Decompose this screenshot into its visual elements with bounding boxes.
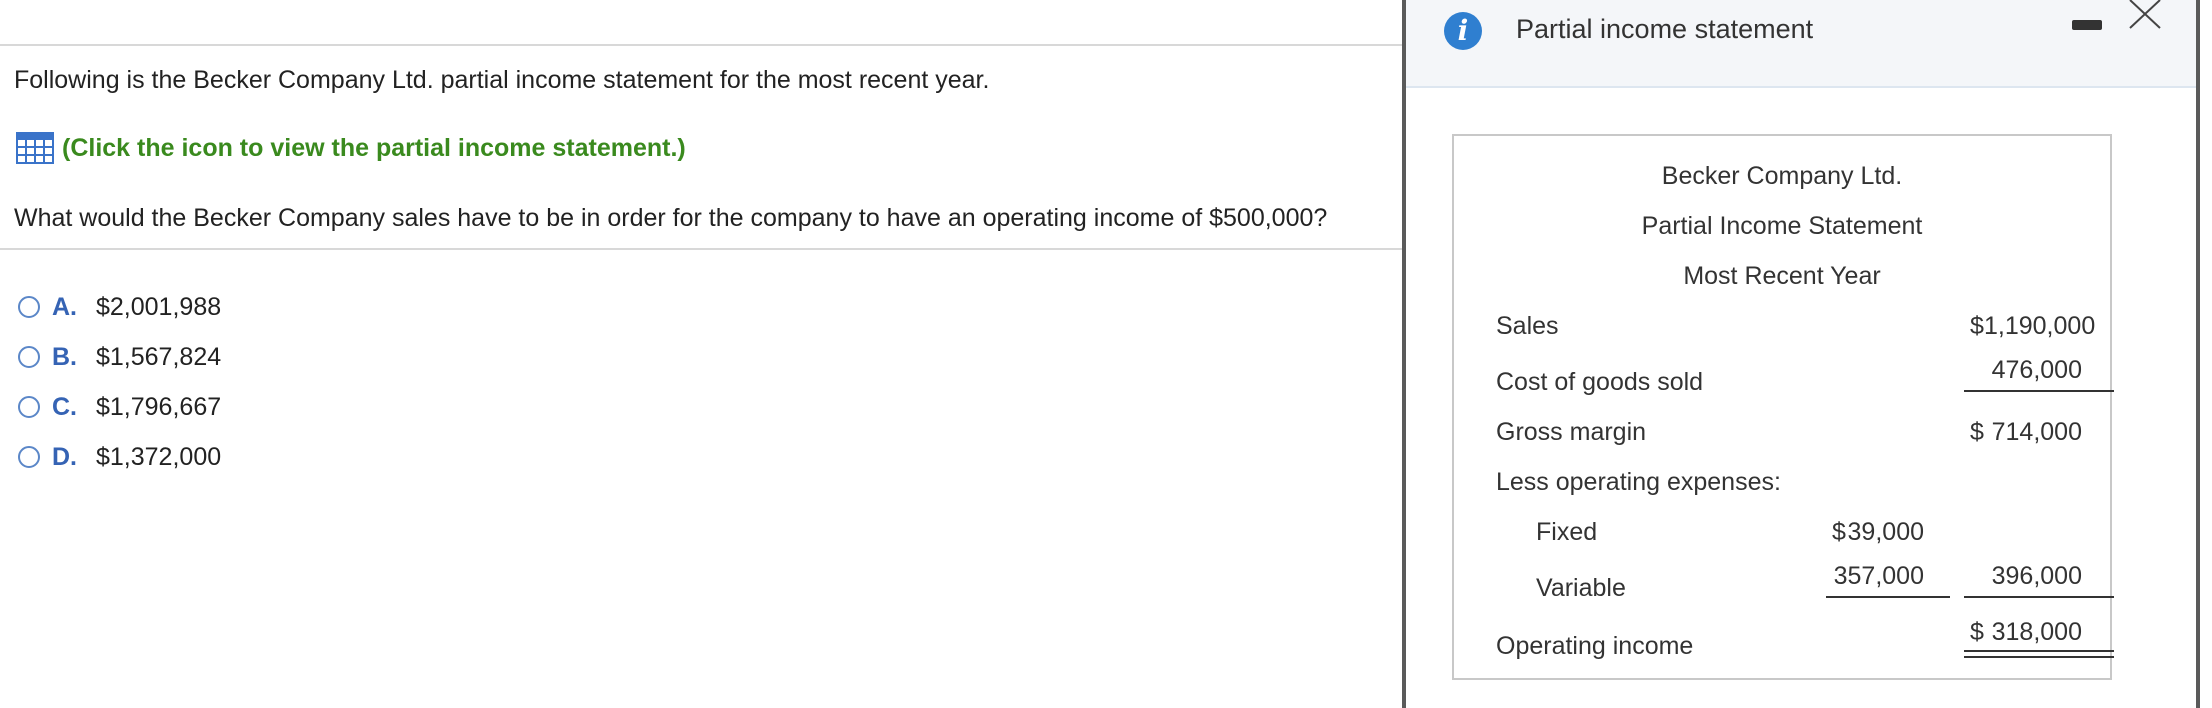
gross-margin-dollar: $ [1970,418,1984,446]
option-letter: D. [52,442,77,471]
sales-dollar: $ [1970,312,1984,340]
operating-income-dollar: $ [1970,618,1984,646]
popup-header: i Partial income statement [1406,0,2196,88]
less-opex-label: Less operating expenses: [1496,468,1781,496]
total-opex-amount: 396,000 [1991,562,2082,590]
variable-amount: 357,000 [1833,562,1924,590]
radio-button[interactable] [18,446,40,468]
operating-income-label: Operating income [1496,632,1694,660]
option-letter: B. [52,342,77,371]
close-icon[interactable] [2126,0,2166,30]
statement-popup: i Partial income statement Becker Compan… [1402,0,2200,708]
view-statement-link[interactable]: (Click the icon to view the partial inco… [16,132,686,164]
operating-income-double-underline [1964,650,2114,652]
option-value: $2,001,988 [96,292,222,321]
option-value: $1,567,824 [96,342,222,371]
variable-underline [1826,596,1950,598]
option-c[interactable]: C. $1,796,667 [18,382,221,432]
divider [0,44,1402,46]
option-value: $1,372,000 [96,442,222,471]
option-letter: A. [52,292,77,321]
fixed-label: Fixed [1536,518,1598,546]
answer-options: A. $2,001,988 B. $1,567,824 C. $1,796,66… [18,282,221,482]
option-d[interactable]: D. $1,372,000 [18,432,221,482]
option-b[interactable]: B. $1,567,824 [18,332,221,382]
option-a[interactable]: A. $2,001,988 [18,282,221,332]
radio-button[interactable] [18,296,40,318]
statement-period: Most Recent Year [1683,262,1881,290]
table-icon[interactable] [16,132,54,164]
sales-amount: 1,190,000 [1984,312,2096,340]
popup-title: Partial income statement [1516,14,1814,44]
option-value: $1,796,667 [96,392,222,421]
minimize-icon[interactable] [2072,20,2102,30]
variable-label: Variable [1536,574,1626,602]
statement-title: Partial Income Statement [1641,212,1923,240]
sales-label: Sales [1496,312,1559,340]
view-statement-link-text[interactable]: (Click the icon to view the partial inco… [62,134,686,163]
total-opex-underline [1964,596,2114,598]
option-letter: C. [52,392,77,421]
gross-margin-label: Gross margin [1496,418,1647,446]
radio-button[interactable] [18,396,40,418]
divider [0,248,1402,250]
operating-income-amount: 318,000 [1991,618,2082,646]
income-statement: Becker Company Ltd. Partial Income State… [1452,134,2114,680]
info-icon: i [1444,12,1482,50]
statement-company: Becker Company Ltd. [1661,162,1903,190]
gross-margin-amount: 714,000 [1991,418,2082,446]
radio-button[interactable] [18,346,40,368]
question-area: Following is the Becker Company Ltd. par… [0,0,1402,708]
operating-income-double-underline [1964,656,2114,658]
fixed-amount: 39,000 [1847,518,1924,546]
cogs-amount: 476,000 [1991,356,2082,384]
cogs-underline [1964,390,2114,392]
question-intro: Following is the Becker Company Ltd. par… [14,66,990,94]
question-prompt: What would the Becker Company sales have… [14,204,1328,232]
cogs-label: Cost of goods sold [1496,368,1704,396]
